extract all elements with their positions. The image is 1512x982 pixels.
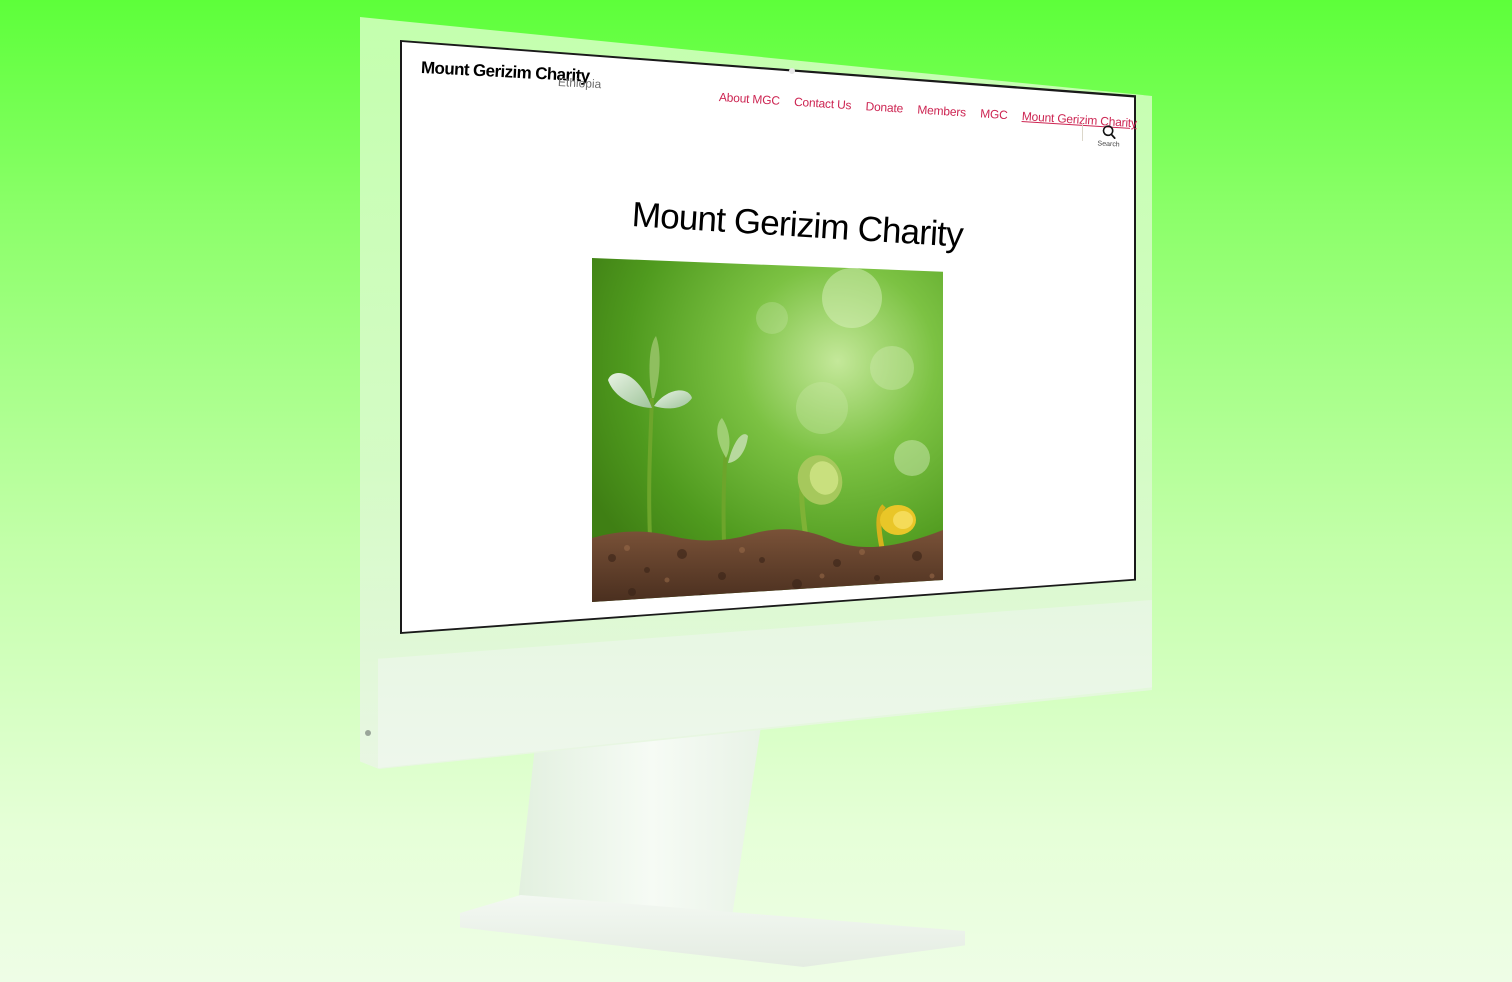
site-tagline: Ethiopia	[557, 75, 602, 92]
nav-item-donate[interactable]: Donate	[865, 99, 903, 115]
camera-icon	[789, 68, 795, 74]
search-button[interactable]: Search	[1095, 124, 1122, 149]
featured-image	[592, 258, 943, 602]
header-divider	[1082, 123, 1083, 141]
search-label: Search	[1097, 140, 1120, 149]
monitor-side-button	[365, 730, 371, 736]
seedlings-image	[592, 258, 943, 602]
nav-item-mgc[interactable]: MGC	[980, 106, 1008, 122]
nav-item-members[interactable]: Members	[917, 102, 966, 119]
search-icon	[1102, 125, 1116, 140]
